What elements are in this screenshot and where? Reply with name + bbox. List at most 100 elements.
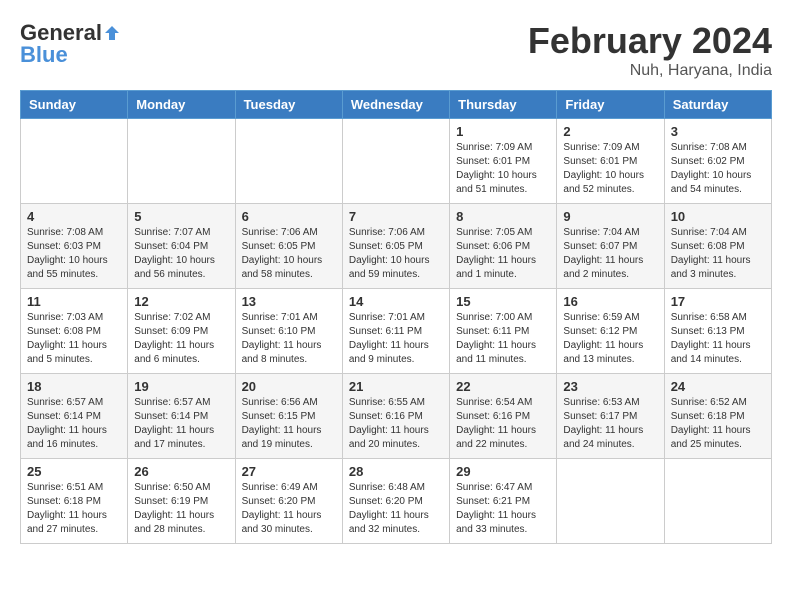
logo: General Blue [20, 20, 122, 68]
month-title: February 2024 [528, 20, 772, 62]
calendar-cell [557, 459, 664, 544]
calendar-cell [664, 459, 771, 544]
day-number: 3 [671, 124, 765, 139]
calendar-cell: 6 Sunrise: 7:06 AM Sunset: 6:05 PM Daylig… [235, 204, 342, 289]
calendar-cell: 14 Sunrise: 7:01 AM Sunset: 6:11 PM Dayli… [342, 289, 449, 374]
day-info: Sunrise: 6:56 AM Sunset: 6:15 PM Dayligh… [242, 396, 336, 452]
day-number: 17 [671, 294, 765, 309]
calendar-cell: 27 Sunrise: 6:49 AM Sunset: 6:20 PM Dayli… [235, 459, 342, 544]
day-number: 6 [242, 209, 336, 224]
calendar-header-saturday: Saturday [664, 91, 771, 119]
day-number: 22 [456, 379, 550, 394]
day-info: Sunrise: 6:57 AM Sunset: 6:14 PM Dayligh… [27, 396, 121, 452]
calendar-header-sunday: Sunday [21, 91, 128, 119]
day-info: Sunrise: 7:04 AM Sunset: 6:08 PM Dayligh… [671, 226, 765, 282]
calendar-cell: 1 Sunrise: 7:09 AM Sunset: 6:01 PM Daylig… [450, 119, 557, 204]
day-number: 20 [242, 379, 336, 394]
calendar-header-thursday: Thursday [450, 91, 557, 119]
day-info: Sunrise: 7:06 AM Sunset: 6:05 PM Dayligh… [349, 226, 443, 282]
day-number: 13 [242, 294, 336, 309]
day-info: Sunrise: 6:47 AM Sunset: 6:21 PM Dayligh… [456, 481, 550, 537]
day-info: Sunrise: 7:03 AM Sunset: 6:08 PM Dayligh… [27, 311, 121, 367]
day-info: Sunrise: 6:52 AM Sunset: 6:18 PM Dayligh… [671, 396, 765, 452]
day-number: 24 [671, 379, 765, 394]
calendar-cell: 13 Sunrise: 7:01 AM Sunset: 6:10 PM Dayli… [235, 289, 342, 374]
day-number: 18 [27, 379, 121, 394]
calendar-cell: 20 Sunrise: 6:56 AM Sunset: 6:15 PM Dayli… [235, 374, 342, 459]
calendar-cell: 18 Sunrise: 6:57 AM Sunset: 6:14 PM Dayli… [21, 374, 128, 459]
calendar-cell: 26Sunrise: 6:50 AM Sunset: 6:19 PM Dayli… [128, 459, 235, 544]
day-info: Sunrise: 6:53 AM Sunset: 6:17 PM Dayligh… [563, 396, 657, 452]
day-info: Sunrise: 7:02 AM Sunset: 6:09 PM Dayligh… [134, 311, 228, 367]
day-info: Sunrise: 7:01 AM Sunset: 6:11 PM Dayligh… [349, 311, 443, 367]
calendar-cell: 2 Sunrise: 7:09 AM Sunset: 6:01 PM Daylig… [557, 119, 664, 204]
day-info: Sunrise: 7:00 AM Sunset: 6:11 PM Dayligh… [456, 311, 550, 367]
day-number: 8 [456, 209, 550, 224]
day-info: Sunrise: 6:48 AM Sunset: 6:20 PM Dayligh… [349, 481, 443, 537]
calendar-cell: 5 Sunrise: 7:07 AM Sunset: 6:04 PM Daylig… [128, 204, 235, 289]
day-number: 5 [134, 209, 228, 224]
day-number: 26 [134, 464, 228, 479]
day-number: 14 [349, 294, 443, 309]
calendar-cell: 16 Sunrise: 6:59 AM Sunset: 6:12 PM Dayli… [557, 289, 664, 374]
calendar-cell: 29 Sunrise: 6:47 AM Sunset: 6:21 PM Dayli… [450, 459, 557, 544]
day-number: 12 [134, 294, 228, 309]
day-number: 15 [456, 294, 550, 309]
calendar-week-row: 4Sunrise: 7:08 AM Sunset: 6:03 PM Daylig… [21, 204, 772, 289]
day-info: Sunrise: 6:49 AM Sunset: 6:20 PM Dayligh… [242, 481, 336, 537]
day-info: Sunrise: 6:59 AM Sunset: 6:12 PM Dayligh… [563, 311, 657, 367]
calendar-cell [128, 119, 235, 204]
calendar-cell: 12 Sunrise: 7:02 AM Sunset: 6:09 PM Dayli… [128, 289, 235, 374]
calendar-cell: 22Sunrise: 6:54 AM Sunset: 6:16 PM Dayli… [450, 374, 557, 459]
day-info: Sunrise: 7:01 AM Sunset: 6:10 PM Dayligh… [242, 311, 336, 367]
day-info: Sunrise: 6:51 AM Sunset: 6:18 PM Dayligh… [27, 481, 121, 537]
logo-blue: Blue [20, 42, 68, 68]
calendar-header-row: SundayMondayTuesdayWednesdayThursdayFrid… [21, 91, 772, 119]
day-info: Sunrise: 7:08 AM Sunset: 6:02 PM Dayligh… [671, 141, 765, 197]
day-info: Sunrise: 7:04 AM Sunset: 6:07 PM Dayligh… [563, 226, 657, 282]
calendar-cell: 4Sunrise: 7:08 AM Sunset: 6:03 PM Daylig… [21, 204, 128, 289]
day-info: Sunrise: 6:55 AM Sunset: 6:16 PM Dayligh… [349, 396, 443, 452]
logo-bird-icon [103, 24, 121, 42]
day-number: 10 [671, 209, 765, 224]
calendar-cell: 24 Sunrise: 6:52 AM Sunset: 6:18 PM Dayli… [664, 374, 771, 459]
calendar-week-row: 1 Sunrise: 7:09 AM Sunset: 6:01 PM Daylig… [21, 119, 772, 204]
calendar-cell: 8Sunrise: 7:05 AM Sunset: 6:06 PM Daylig… [450, 204, 557, 289]
day-number: 28 [349, 464, 443, 479]
calendar-header-friday: Friday [557, 91, 664, 119]
calendar-cell: 17 Sunrise: 6:58 AM Sunset: 6:13 PM Dayli… [664, 289, 771, 374]
calendar-header-wednesday: Wednesday [342, 91, 449, 119]
calendar-cell: 28 Sunrise: 6:48 AM Sunset: 6:20 PM Dayli… [342, 459, 449, 544]
calendar-cell [21, 119, 128, 204]
day-number: 9 [563, 209, 657, 224]
day-number: 1 [456, 124, 550, 139]
calendar-cell [235, 119, 342, 204]
day-info: Sunrise: 7:07 AM Sunset: 6:04 PM Dayligh… [134, 226, 228, 282]
calendar-cell: 7 Sunrise: 7:06 AM Sunset: 6:05 PM Daylig… [342, 204, 449, 289]
day-number: 25 [27, 464, 121, 479]
day-number: 27 [242, 464, 336, 479]
day-info: Sunrise: 7:06 AM Sunset: 6:05 PM Dayligh… [242, 226, 336, 282]
day-info: Sunrise: 7:09 AM Sunset: 6:01 PM Dayligh… [456, 141, 550, 197]
calendar-cell: 23 Sunrise: 6:53 AM Sunset: 6:17 PM Dayli… [557, 374, 664, 459]
calendar-cell: 9 Sunrise: 7:04 AM Sunset: 6:07 PM Daylig… [557, 204, 664, 289]
title-area: February 2024 Nuh, Haryana, India [528, 20, 772, 80]
calendar-table: SundayMondayTuesdayWednesdayThursdayFrid… [20, 90, 772, 544]
day-info: Sunrise: 6:58 AM Sunset: 6:13 PM Dayligh… [671, 311, 765, 367]
day-number: 16 [563, 294, 657, 309]
calendar-cell [342, 119, 449, 204]
calendar-cell: 21 Sunrise: 6:55 AM Sunset: 6:16 PM Dayli… [342, 374, 449, 459]
calendar-header-tuesday: Tuesday [235, 91, 342, 119]
location-title: Nuh, Haryana, India [528, 62, 772, 80]
day-info: Sunrise: 7:09 AM Sunset: 6:01 PM Dayligh… [563, 141, 657, 197]
calendar-week-row: 25 Sunrise: 6:51 AM Sunset: 6:18 PM Dayli… [21, 459, 772, 544]
day-number: 7 [349, 209, 443, 224]
day-number: 11 [27, 294, 121, 309]
day-info: Sunrise: 7:08 AM Sunset: 6:03 PM Dayligh… [27, 226, 121, 282]
day-number: 2 [563, 124, 657, 139]
day-number: 21 [349, 379, 443, 394]
day-number: 23 [563, 379, 657, 394]
calendar-cell: 15 Sunrise: 7:00 AM Sunset: 6:11 PM Dayli… [450, 289, 557, 374]
calendar-cell: 3 Sunrise: 7:08 AM Sunset: 6:02 PM Daylig… [664, 119, 771, 204]
day-number: 29 [456, 464, 550, 479]
